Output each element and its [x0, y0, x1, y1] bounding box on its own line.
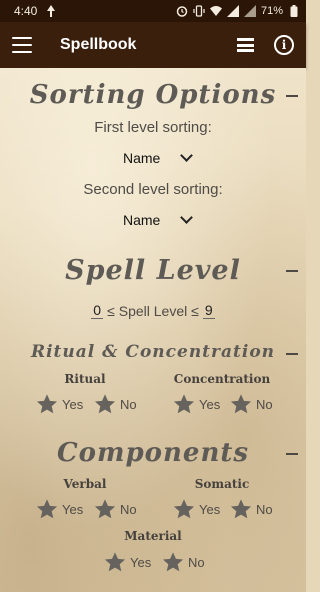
list-view-icon[interactable]	[237, 38, 254, 52]
status-bar: 4:40 71%	[0, 0, 306, 22]
sorting-collapse-button[interactable]	[286, 95, 298, 97]
verbal-yes-label: Yes	[62, 501, 84, 517]
spell-level-row: 0 ≤ Spell Level ≤ 9	[0, 302, 306, 319]
material-label: Material	[124, 529, 182, 543]
verbal-yes-toggle[interactable]: Yes	[36, 498, 83, 520]
app-title: Spellbook	[60, 36, 137, 53]
somatic-no-label: No	[256, 501, 273, 517]
star-icon	[162, 552, 184, 572]
app-bar: Spellbook i	[0, 22, 306, 68]
verbal-no-toggle[interactable]: No	[94, 498, 137, 520]
first-sort-label: First level sorting:	[94, 119, 212, 136]
material-no-toggle[interactable]: No	[162, 551, 205, 573]
star-icon	[173, 394, 195, 414]
vibrate-icon	[193, 5, 205, 17]
star-icon	[94, 499, 116, 519]
somatic-yes-label: Yes	[199, 501, 221, 517]
star-icon	[36, 499, 58, 519]
components-title: Components	[56, 438, 250, 468]
star-icon	[94, 394, 116, 414]
star-icon	[230, 394, 252, 414]
min-level-input[interactable]: 0	[91, 302, 104, 319]
star-icon	[230, 499, 252, 519]
spell-level-title: Spell Level	[65, 255, 241, 286]
info-icon[interactable]: i	[274, 35, 294, 55]
ritual-concentration-title: Ritual & Concentration	[30, 342, 276, 362]
concentration-yes-toggle[interactable]: Yes	[173, 393, 220, 415]
ritual-no-toggle[interactable]: No	[94, 393, 137, 415]
ritual-concentration-collapse-button[interactable]	[286, 353, 298, 355]
notification-icon	[45, 5, 57, 17]
concentration-label: Concentration	[173, 372, 271, 386]
signal-icon-2	[243, 5, 256, 17]
first-sort-select[interactable]: Name	[123, 149, 194, 166]
filter-panel: Sorting Options First level sorting: Nam…	[0, 68, 306, 592]
somatic-label: Somatic	[194, 477, 250, 491]
chevron-down-icon	[180, 211, 194, 224]
menu-icon[interactable]	[12, 37, 32, 53]
star-icon	[104, 552, 126, 572]
battery-icon	[288, 5, 300, 17]
second-sort-label: Second level sorting:	[83, 181, 223, 198]
star-icon	[36, 394, 58, 414]
star-icon	[173, 499, 195, 519]
second-sort-value: Name	[123, 212, 161, 228]
verbal-label: Verbal	[63, 477, 107, 491]
ritual-yes-label: Yes	[62, 396, 84, 412]
ritual-yes-toggle[interactable]: Yes	[36, 393, 83, 415]
status-time: 4:40	[14, 4, 38, 18]
second-sort-select[interactable]: Name	[123, 211, 194, 228]
concentration-yes-label: Yes	[199, 396, 221, 412]
material-no-label: No	[188, 554, 205, 570]
battery-percent: 71%	[260, 5, 283, 17]
material-yes-toggle[interactable]: Yes	[104, 551, 151, 573]
alarm-icon	[176, 5, 188, 17]
first-sort-value: Name	[123, 150, 161, 166]
material-yes-label: Yes	[130, 554, 152, 570]
ritual-no-label: No	[120, 396, 137, 412]
concentration-no-label: No	[256, 396, 273, 412]
wifi-icon	[209, 5, 222, 17]
chevron-down-icon	[180, 149, 194, 162]
verbal-no-label: No	[120, 501, 137, 517]
spell-level-label: ≤ Spell Level ≤	[107, 302, 199, 319]
components-collapse-button[interactable]	[286, 453, 298, 455]
sorting-options-title: Sorting Options	[29, 80, 277, 110]
concentration-no-toggle[interactable]: No	[230, 393, 273, 415]
spell-level-collapse-button[interactable]	[286, 270, 298, 272]
max-level-input[interactable]: 9	[202, 302, 215, 319]
somatic-no-toggle[interactable]: No	[230, 498, 273, 520]
ritual-label: Ritual	[64, 372, 106, 386]
signal-icon	[226, 5, 239, 17]
somatic-yes-toggle[interactable]: Yes	[173, 498, 220, 520]
